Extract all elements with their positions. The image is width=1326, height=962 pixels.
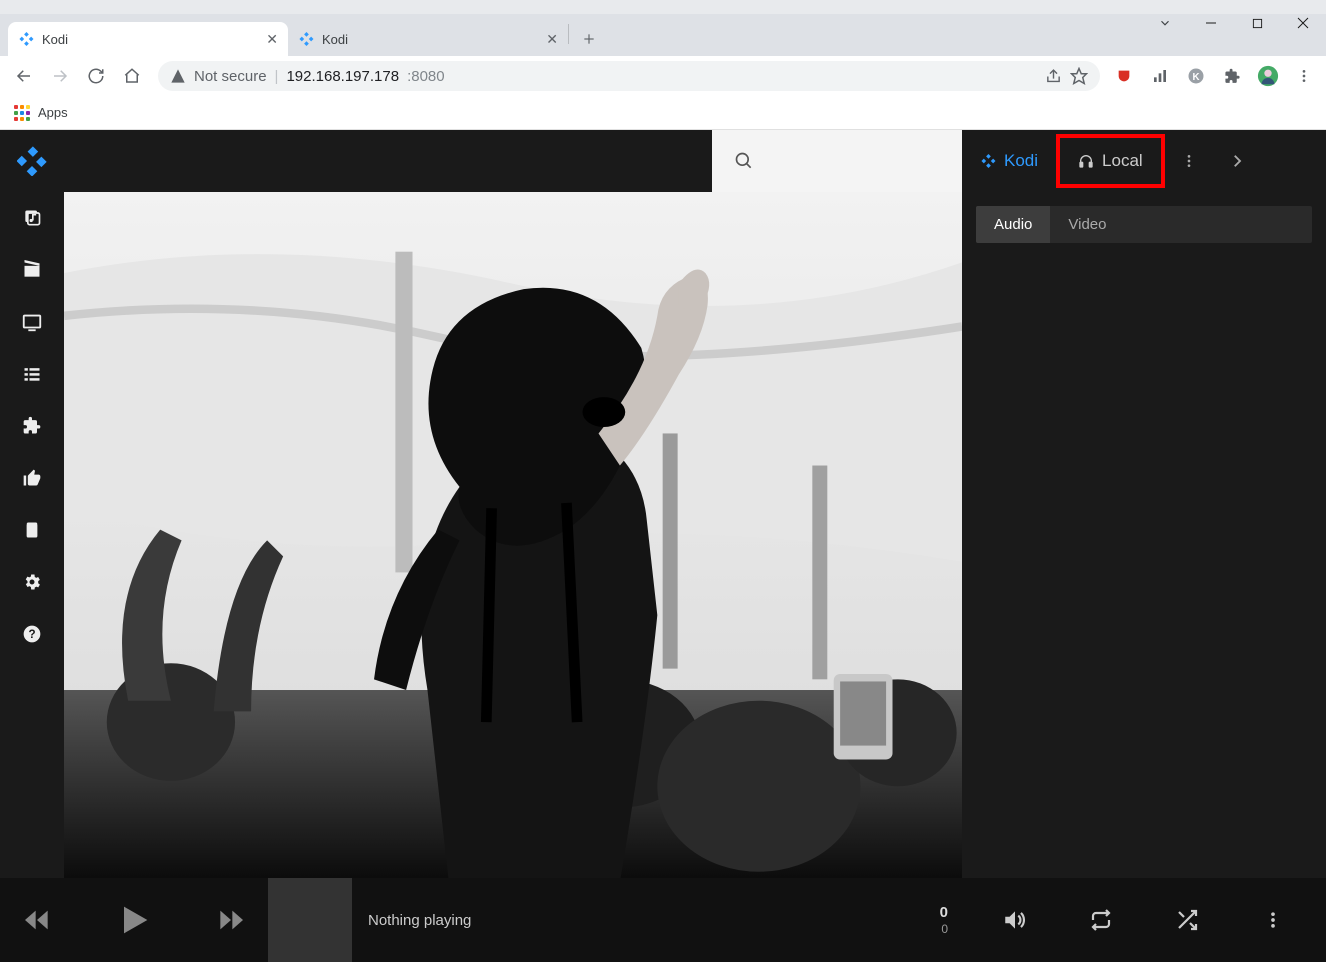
close-tab-icon[interactable]: ✕ xyxy=(266,31,278,48)
url-port: :8080 xyxy=(407,68,445,85)
now-playing-thumbnail xyxy=(268,878,352,962)
tab-title: Kodi xyxy=(322,32,348,47)
security-label: Not secure xyxy=(194,68,267,85)
right-panel: Audio Video xyxy=(962,192,1326,878)
browser-tab-1[interactable]: Kodi ✕ xyxy=(8,22,288,56)
player-prev-button[interactable] xyxy=(0,878,74,962)
collapse-sidebar-icon[interactable] xyxy=(1213,152,1261,170)
browser-tab-strip: Kodi ✕ Kodi ✕ xyxy=(0,14,1326,56)
extension-icon-1[interactable] xyxy=(1110,62,1138,90)
player-play-button[interactable] xyxy=(74,878,194,962)
apps-label[interactable]: Apps xyxy=(38,105,68,120)
player-bar-right xyxy=(962,878,1326,962)
apps-grid-icon[interactable] xyxy=(14,105,30,121)
player-bar: Nothing playing 0 0 xyxy=(0,878,962,962)
kodi-small-icon xyxy=(980,153,996,169)
nav-home-button[interactable] xyxy=(116,60,148,92)
browser-tab-2[interactable]: Kodi ✕ xyxy=(288,22,568,56)
player-time: 0 0 xyxy=(940,904,962,936)
bookmarks-bar: Apps xyxy=(0,96,1326,130)
tabs-dropdown-icon[interactable] xyxy=(1142,6,1188,40)
window-controls xyxy=(1142,6,1326,40)
shuffle-button[interactable] xyxy=(1163,896,1211,944)
sidebar-item-music[interactable] xyxy=(12,204,52,232)
search-icon xyxy=(734,151,754,171)
player-next-button[interactable] xyxy=(194,878,268,962)
extension-icon-3[interactable]: K xyxy=(1182,62,1210,90)
kodi-favicon xyxy=(298,31,314,47)
sidebar-item-help[interactable]: ? xyxy=(12,620,52,648)
nav-back-button[interactable] xyxy=(8,60,40,92)
source-tab-local-label: Local xyxy=(1102,151,1143,171)
share-icon[interactable] xyxy=(1045,68,1062,85)
repeat-button[interactable] xyxy=(1077,896,1125,944)
media-type-tabs: Audio Video xyxy=(976,206,1312,243)
sidebar-item-browser[interactable] xyxy=(12,360,52,388)
kodi-app: Kodi Local ? xyxy=(0,130,1326,962)
address-bar: Not secure | 192.168.197.178:8080 K xyxy=(0,56,1326,96)
window-close-icon[interactable] xyxy=(1280,6,1326,40)
profile-avatar[interactable] xyxy=(1254,62,1282,90)
window-maximize-icon[interactable] xyxy=(1234,6,1280,40)
headphones-icon xyxy=(1078,153,1094,169)
volume-button[interactable] xyxy=(991,896,1039,944)
player-more-button[interactable] xyxy=(1249,896,1297,944)
sidebar-item-playlist[interactable] xyxy=(12,516,52,544)
now-playing-status: Nothing playing xyxy=(352,912,940,929)
kodi-sidebar: ? xyxy=(0,192,64,878)
svg-text:?: ? xyxy=(28,628,35,641)
source-tab-local[interactable]: Local xyxy=(1056,134,1165,188)
source-tab-kodi[interactable]: Kodi xyxy=(962,130,1056,192)
close-tab-icon[interactable]: ✕ xyxy=(546,31,558,48)
svg-text:K: K xyxy=(1192,72,1199,83)
sidebar-item-movies[interactable] xyxy=(12,256,52,284)
extensions-puzzle-icon[interactable] xyxy=(1218,62,1246,90)
search-button[interactable] xyxy=(712,130,962,192)
kodi-logo[interactable] xyxy=(0,130,64,192)
bookmark-star-icon[interactable] xyxy=(1070,67,1088,85)
nav-forward-button xyxy=(44,60,76,92)
tab-video[interactable]: Video xyxy=(1050,206,1124,243)
extension-icon-2[interactable] xyxy=(1146,62,1174,90)
tab-title: Kodi xyxy=(42,32,68,47)
window-minimize-icon[interactable] xyxy=(1188,6,1234,40)
nav-reload-button[interactable] xyxy=(80,60,112,92)
sidebar-item-settings[interactable] xyxy=(12,568,52,596)
topbar-more-icon[interactable] xyxy=(1165,153,1213,169)
tab-audio[interactable]: Audio xyxy=(976,206,1050,243)
source-tab-kodi-label: Kodi xyxy=(1004,151,1038,171)
omnibox[interactable]: Not secure | 192.168.197.178:8080 xyxy=(158,61,1100,91)
browser-menu-icon[interactable] xyxy=(1290,62,1318,90)
url-host: 192.168.197.178 xyxy=(286,68,399,85)
new-tab-button[interactable] xyxy=(575,25,603,53)
sidebar-item-addons[interactable] xyxy=(12,412,52,440)
kodi-favicon xyxy=(18,31,34,47)
sidebar-item-thumbsup[interactable] xyxy=(12,464,52,492)
sidebar-item-tv[interactable] xyxy=(12,308,52,336)
not-secure-icon xyxy=(170,68,186,84)
main-content-image xyxy=(64,192,962,878)
